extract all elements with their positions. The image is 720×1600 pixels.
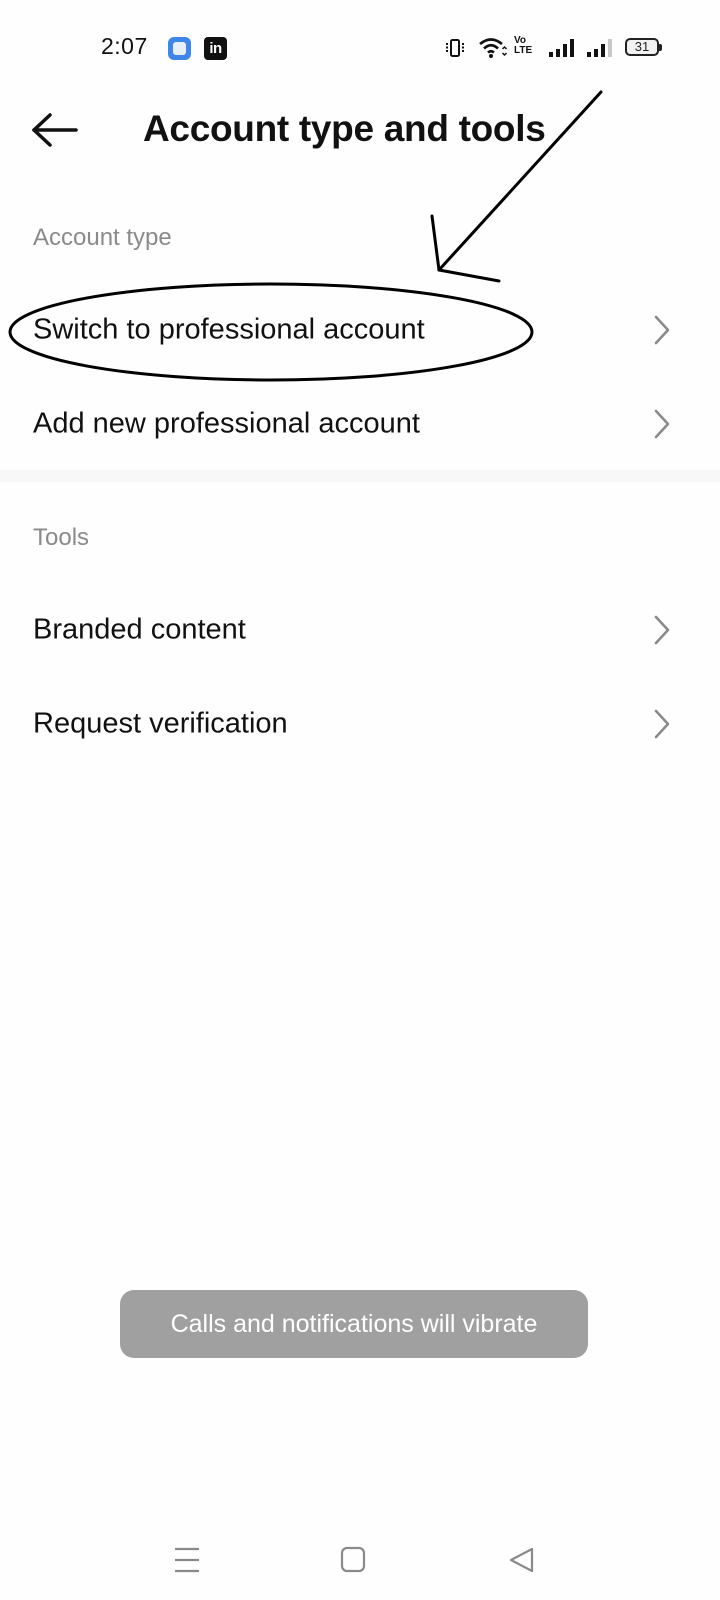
home-button[interactable] — [338, 1542, 378, 1578]
row-label: Request verification — [33, 707, 288, 740]
system-back-button[interactable] — [506, 1542, 546, 1578]
signal-sim1-icon — [549, 39, 574, 57]
page-title: Account type and tools — [143, 108, 546, 149]
app-bar: Account type and tools — [0, 88, 720, 168]
status-bar: 2:07 in Vo LTE 31 — [0, 0, 720, 80]
back-button[interactable] — [28, 110, 82, 150]
volte-icon: Vo LTE — [514, 36, 540, 60]
recents-button[interactable] — [170, 1542, 210, 1578]
menu-icon — [175, 1547, 199, 1573]
chevron-right-icon — [654, 409, 670, 439]
row-label: Add new professional account — [33, 407, 420, 440]
section-divider — [0, 470, 720, 482]
switch-to-professional-account-row[interactable]: Switch to professional account — [0, 284, 720, 376]
linkedin-icon: in — [204, 37, 227, 60]
signal-sim2-icon — [587, 39, 612, 57]
toast-message: Calls and notifications will vibrate — [120, 1290, 588, 1358]
row-label: Branded content — [33, 613, 246, 646]
vibrate-icon — [446, 39, 464, 57]
system-navigation-bar — [0, 1520, 720, 1600]
chevron-right-icon — [654, 615, 670, 645]
status-time: 2:07 — [101, 33, 148, 59]
arrow-left-icon — [32, 113, 78, 147]
battery-icon: 31 — [625, 38, 662, 56]
back-triangle-icon — [509, 1547, 534, 1573]
branded-content-row[interactable]: Branded content — [0, 584, 720, 676]
section-header-tools: Tools — [33, 524, 90, 551]
volte-label-bottom: LTE — [514, 45, 533, 56]
add-new-professional-account-row[interactable]: Add new professional account — [0, 378, 720, 470]
chevron-right-icon — [654, 315, 670, 345]
row-label: Switch to professional account — [33, 313, 425, 346]
section-header-account-type: Account type — [33, 224, 172, 251]
request-verification-row[interactable]: Request verification — [0, 678, 720, 770]
wifi-icon — [479, 38, 508, 58]
home-icon — [340, 1546, 366, 1573]
app-notification-icon — [168, 37, 191, 60]
chevron-right-icon — [654, 709, 670, 739]
